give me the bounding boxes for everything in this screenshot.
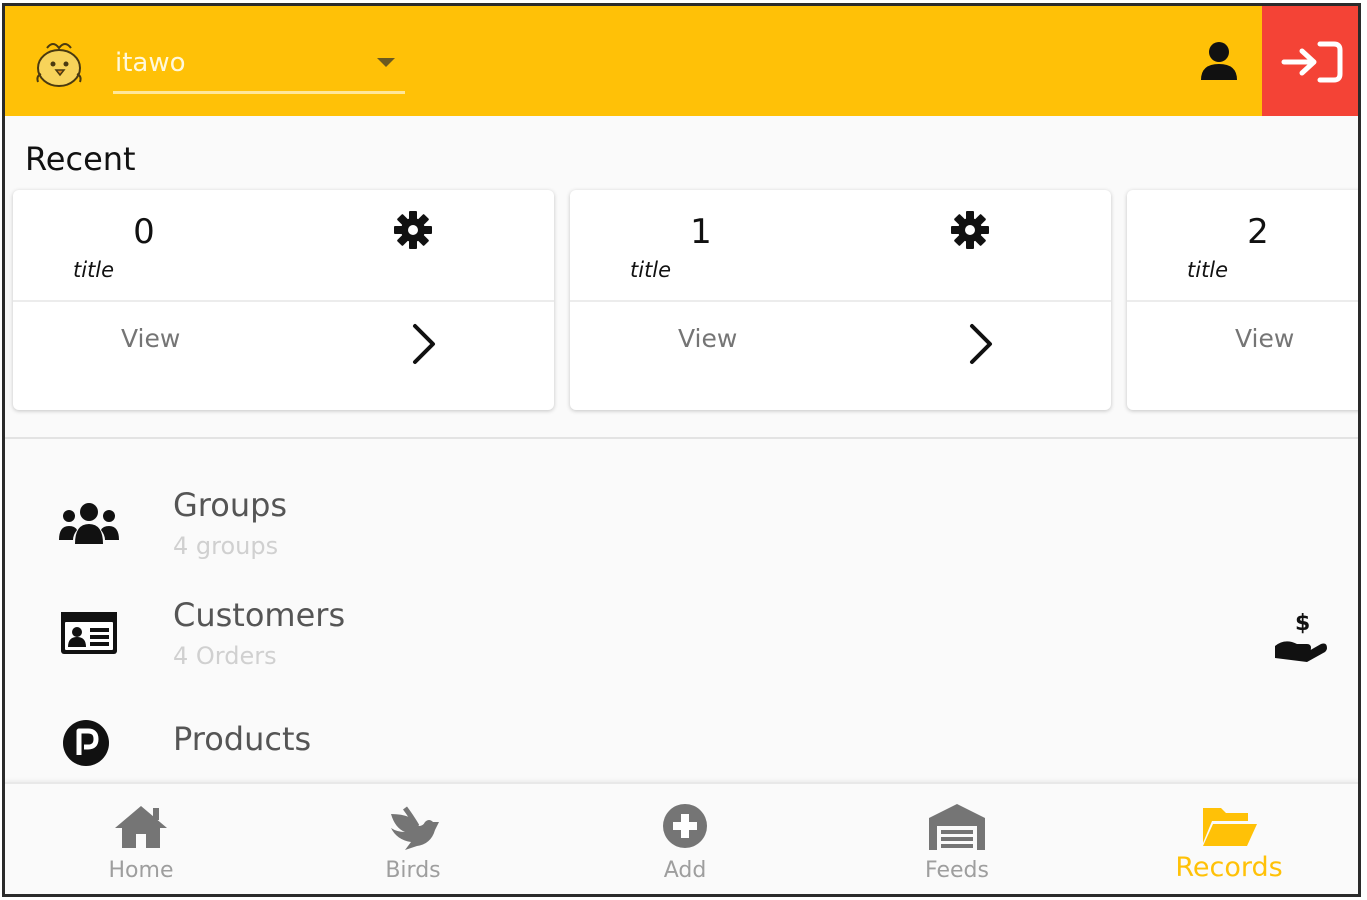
nav-add[interactable]: Add [549,784,821,894]
warehouse-icon [929,804,985,850]
card-view-label: View [678,324,738,353]
top-app-bar: itawo [5,6,1358,116]
list-item-subtitle: 4 Orders [173,642,277,670]
nav-feeds-label: Feeds [925,858,989,883]
home-icon [115,806,167,848]
section-divider [5,437,1358,439]
plus-circle-icon [663,804,707,848]
bottom-navigation: Home Birds Add Feeds Records [5,782,1358,894]
nav-home-label: Home [108,858,174,883]
parking-circle-icon [63,720,109,766]
recent-cards: 0 title View 1 title View 2 title View [13,190,1358,412]
id-card-icon [61,612,117,654]
card-subtitle: title [630,258,672,282]
profile-button[interactable] [1197,40,1241,84]
gear-icon[interactable] [950,210,990,250]
nav-add-label: Add [663,858,707,883]
chick-logo-icon [36,43,82,87]
chevron-right-icon [970,324,992,364]
account-dropdown[interactable]: itawo [113,46,405,94]
card-view-label: View [121,324,181,353]
card-subtitle: title [1187,258,1229,282]
logout-button[interactable] [1262,6,1358,116]
card-view-button[interactable]: View [13,302,554,410]
person-icon [1201,42,1237,80]
nav-birds-label: Birds [385,858,441,883]
list-item-customers[interactable]: Customers 4 Orders $ [5,578,1358,678]
hand-holding-dollar-icon[interactable]: $ [1271,606,1331,662]
nav-records-label: Records [1175,852,1283,883]
recent-card: 0 title View [13,190,554,410]
svg-text:$: $ [1295,611,1310,636]
recent-card: 2 title View [1127,190,1358,410]
recent-heading: Recent [25,140,136,178]
nav-feeds[interactable]: Feeds [821,784,1093,894]
list-item-groups[interactable]: Groups 4 groups [5,468,1358,568]
card-number: 0 [133,212,155,252]
recent-card: 1 title View [570,190,1111,410]
card-number: 1 [690,212,712,252]
list-item-title: Customers [173,596,346,634]
card-number: 2 [1247,212,1269,252]
chevron-right-icon [413,324,435,364]
card-view-button[interactable]: View [570,302,1111,410]
list-item-title: Groups [173,486,288,524]
card-view-label: View [1235,324,1295,353]
users-icon [59,503,119,544]
nav-records[interactable]: Records [1093,784,1358,894]
dove-icon [391,806,439,850]
folder-open-icon [1203,808,1257,846]
nav-birds[interactable]: Birds [277,784,549,894]
card-subtitle: title [73,258,115,282]
list-item-title: Products [173,720,312,758]
list-item-subtitle: 4 groups [173,532,279,560]
sign-in-icon [1281,41,1343,83]
nav-home[interactable]: Home [5,784,277,894]
caret-down-icon [377,58,395,67]
app-window: itawo Recent 0 title View 1 title View 2… [2,3,1361,897]
gear-icon[interactable] [393,210,433,250]
card-view-button[interactable]: View [1127,302,1358,410]
account-dropdown-value: itawo [115,48,186,78]
